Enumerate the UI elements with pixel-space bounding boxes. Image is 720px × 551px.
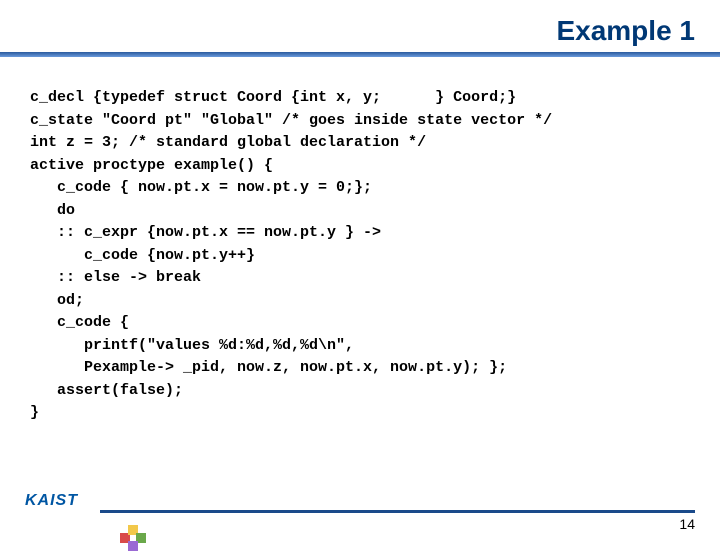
slide-title: Example 1 <box>0 0 720 52</box>
code-block: c_decl {typedef struct Coord {int x, y; … <box>0 57 720 435</box>
footer-line <box>100 510 695 513</box>
kaist-logo: KAIST <box>25 492 78 510</box>
page-number: 14 <box>679 516 695 532</box>
footer: KAIST 14 <box>0 485 720 535</box>
